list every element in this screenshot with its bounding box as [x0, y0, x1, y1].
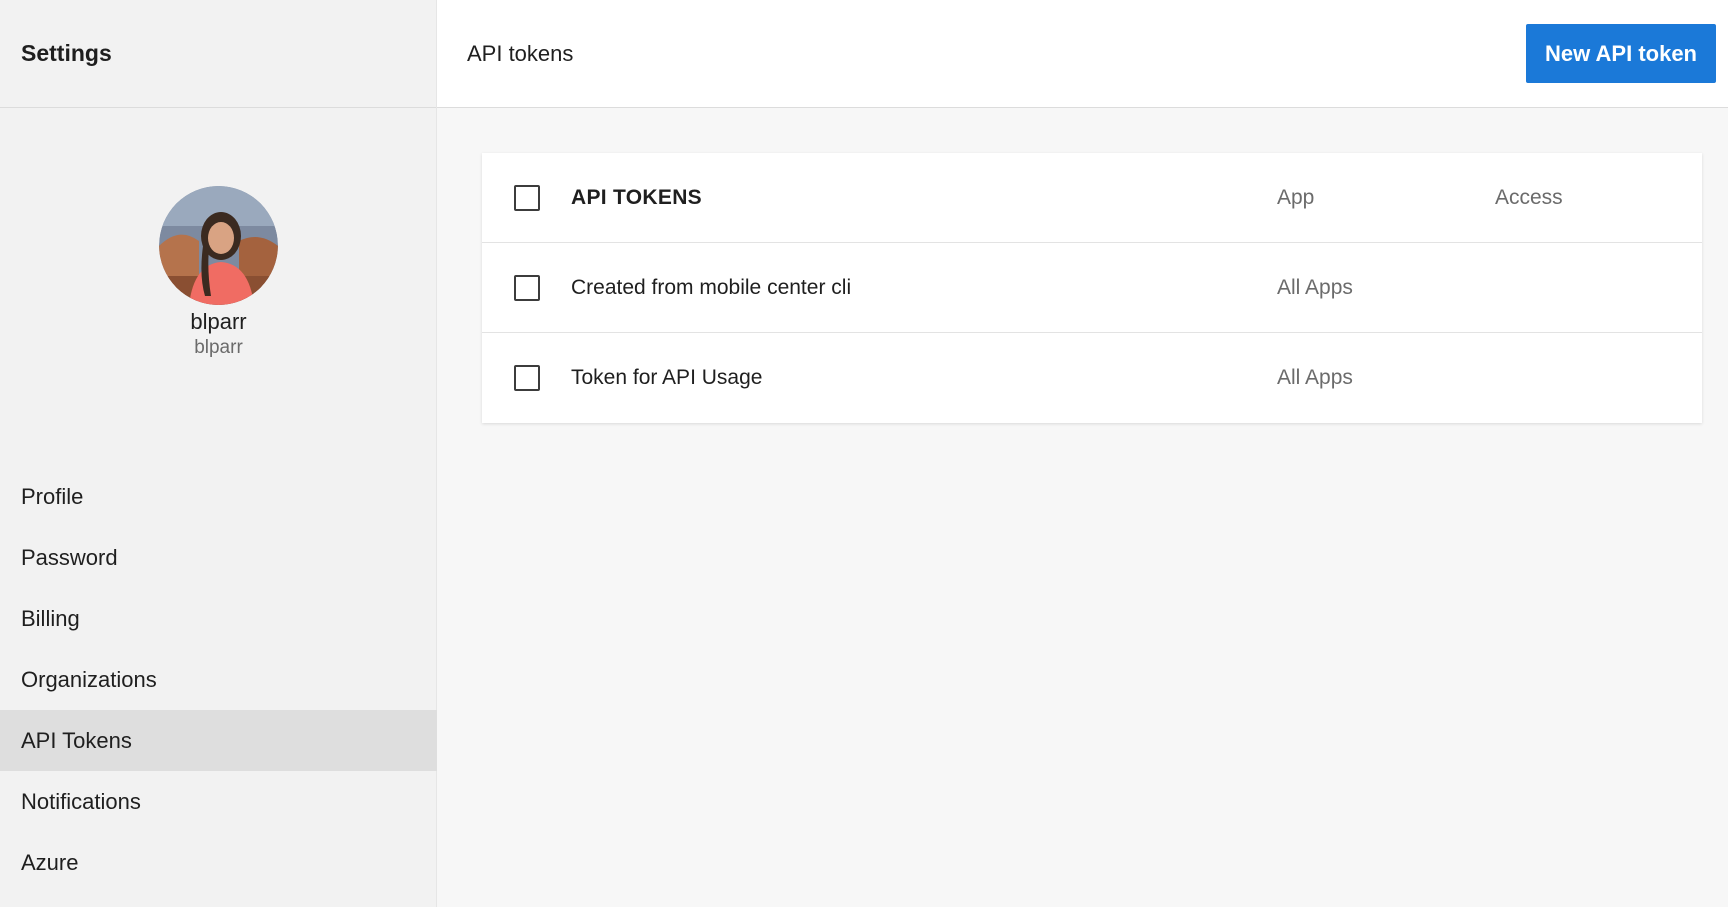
- sidebar-item-profile[interactable]: Profile: [0, 466, 437, 527]
- sidebar-item-notifications[interactable]: Notifications: [0, 771, 437, 832]
- token-app: All Apps: [1277, 275, 1353, 299]
- column-header-name: API TOKENS: [571, 185, 702, 209]
- sidebar-item-billing[interactable]: Billing: [0, 588, 437, 649]
- sidebar-header: Settings: [0, 0, 436, 108]
- topbar: API tokens New API token: [437, 0, 1728, 108]
- user-display-name: blparr: [190, 309, 247, 334]
- row-checkbox[interactable]: [514, 365, 540, 391]
- sidebar-item-organizations[interactable]: Organizations: [0, 649, 437, 710]
- new-api-token-button[interactable]: New API token: [1526, 24, 1716, 83]
- table-row[interactable]: Created from mobile center cli All Apps: [482, 243, 1702, 333]
- table-row[interactable]: Token for API Usage All Apps: [482, 333, 1702, 423]
- select-all-checkbox[interactable]: [514, 184, 540, 211]
- sidebar-nav: Profile Password Billing Organizations A…: [0, 466, 437, 893]
- token-name: Created from mobile center cli: [571, 275, 852, 299]
- sidebar-item-password[interactable]: Password: [0, 527, 437, 588]
- sidebar-title: Settings: [21, 40, 112, 66]
- table-header-row: API TOKENS App Access: [482, 153, 1702, 243]
- api-tokens-table: API TOKENS App Access Created from mobil…: [482, 153, 1702, 423]
- user-profile: blparr blparr: [0, 186, 437, 359]
- row-checkbox[interactable]: [514, 274, 540, 301]
- sidebar-item-api-tokens[interactable]: API Tokens: [0, 710, 437, 771]
- token-name: Token for API Usage: [571, 366, 763, 389]
- page-title: API tokens: [467, 40, 574, 66]
- avatar: [159, 186, 278, 305]
- token-app: All Apps: [1277, 366, 1353, 389]
- sidebar: Settings blparr blparr Profile Password: [0, 0, 437, 907]
- sidebar-item-azure[interactable]: Azure: [0, 832, 437, 893]
- column-header-access: Access: [1495, 185, 1563, 209]
- user-username: blparr: [194, 337, 243, 358]
- column-header-app: App: [1277, 185, 1315, 209]
